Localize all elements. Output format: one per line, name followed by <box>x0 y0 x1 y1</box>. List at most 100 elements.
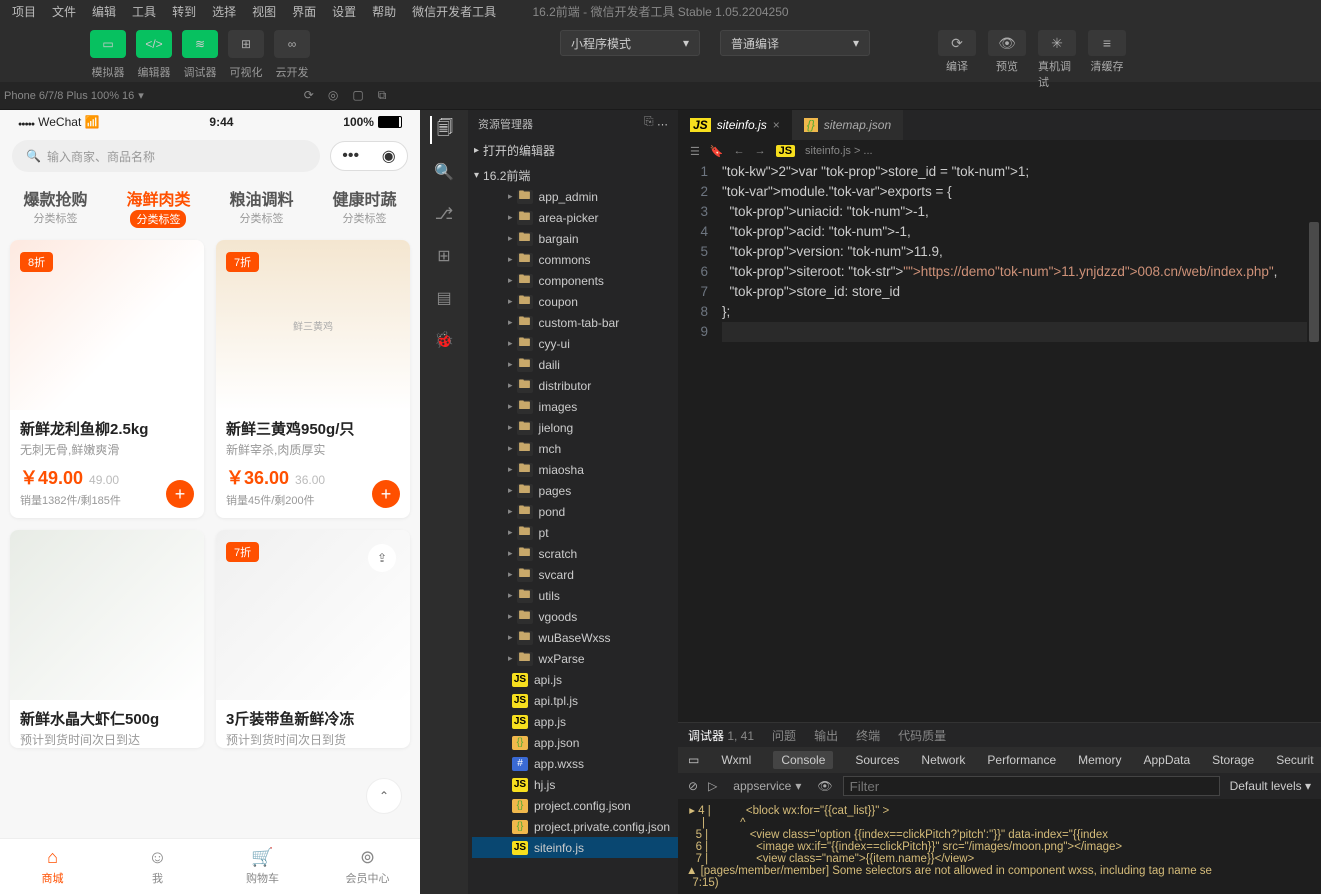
context-select[interactable]: appservice ▾ <box>727 777 807 795</box>
tree-node[interactable]: mch <box>472 438 678 459</box>
menu-item[interactable]: 设置 <box>324 5 364 19</box>
editor-tab[interactable]: {}sitemap.json <box>792 110 903 140</box>
tree-node[interactable]: miaosha <box>472 459 678 480</box>
toolbar-action[interactable]: ✳真机调试 <box>1038 30 1076 90</box>
toolbar-action[interactable]: ⟳编译 <box>938 30 976 90</box>
console-toggle-icon[interactable]: ⊘ <box>688 779 698 793</box>
tree-node[interactable]: svcard <box>472 564 678 585</box>
menu-item[interactable]: 视图 <box>244 5 284 19</box>
tree-node[interactable]: JSapi.js <box>472 669 678 690</box>
compile-select[interactable]: 普通编译▾ <box>720 30 870 56</box>
devtools-subtab[interactable]: Memory <box>1078 753 1121 767</box>
devtools-tab[interactable]: 代码质量 <box>898 727 946 744</box>
editor-toggle[interactable]: </> <box>136 30 172 58</box>
tree-node[interactable]: jielong <box>472 417 678 438</box>
tree-node[interactable]: JShj.js <box>472 774 678 795</box>
tabbar-item[interactable]: ⌂商城 <box>0 839 105 894</box>
devtools-subtab[interactable]: Console <box>773 751 833 769</box>
category-tab[interactable]: 爆款抢购分类标签 <box>23 186 87 228</box>
close-icon[interactable]: × <box>773 118 780 132</box>
eye-icon[interactable]: 👁 <box>817 779 832 793</box>
menu-item[interactable]: 文件 <box>44 5 84 19</box>
screenshot-icon[interactable]: ▢ <box>352 88 363 103</box>
tree-node[interactable]: {}app.json <box>472 732 678 753</box>
devtools-subtab[interactable]: Securit <box>1276 753 1313 767</box>
explorer-icon[interactable]: 🗐 <box>430 116 458 144</box>
record-icon[interactable]: ◎ <box>328 88 338 103</box>
devtools-subtab[interactable]: Wxml <box>721 753 751 767</box>
back-icon[interactable]: ← <box>734 145 745 158</box>
capsule-button[interactable]: •••◉ <box>330 141 408 171</box>
category-tab[interactable]: 健康时蔬分类标签 <box>332 186 396 228</box>
product-card[interactable]: 8折 新鲜龙利鱼柳2.5kg 无刺无骨,鲜嫩爽滑 ￥49.0049.00销量13… <box>10 240 204 518</box>
tree-node[interactable]: area-picker <box>472 207 678 228</box>
new-file-icon[interactable]: ⎘ <box>644 114 654 129</box>
devtools-subtab[interactable]: Storage <box>1212 753 1254 767</box>
tree-node[interactable]: pages <box>472 480 678 501</box>
menu-item[interactable]: 工具 <box>124 5 164 19</box>
simulator-toggle[interactable]: ▭ <box>90 30 126 58</box>
tree-node[interactable]: pond <box>472 501 678 522</box>
more-icon[interactable]: ⋯ <box>657 118 668 131</box>
visual-toggle[interactable]: ⊞ <box>228 30 264 58</box>
mode-select[interactable]: 小程序模式▾ <box>560 30 700 56</box>
toolbar-action[interactable]: ≡清缓存 <box>1088 30 1126 90</box>
tree-node[interactable]: {}project.config.json <box>472 795 678 816</box>
tree-node[interactable]: components <box>472 270 678 291</box>
search-icon[interactable]: 🔍 <box>430 158 458 186</box>
tree-node[interactable]: daili <box>472 354 678 375</box>
tree-node[interactable]: custom-tab-bar <box>472 312 678 333</box>
tabbar-item[interactable]: 🛒购物车 <box>210 839 315 894</box>
scroll-top-button[interactable]: ⌃ <box>366 778 402 814</box>
devtools-subtab[interactable]: Sources <box>855 753 899 767</box>
tree-node[interactable]: #app.wxss <box>472 753 678 774</box>
product-card[interactable]: 7折 鲜三黄鸡 新鲜三黄鸡950g/只 新鲜宰杀,肉质厚实 ￥36.0036.0… <box>216 240 410 518</box>
cloud-dev-toggle[interactable]: ∞ <box>274 30 310 58</box>
add-to-cart-button[interactable]: + <box>166 480 194 508</box>
tree-node[interactable]: JSsiteinfo.js <box>472 837 678 858</box>
menu-item[interactable]: 项目 <box>4 5 44 19</box>
add-to-cart-button[interactable]: + <box>372 480 400 508</box>
tree-node[interactable]: JSapi.tpl.js <box>472 690 678 711</box>
git-icon[interactable]: ⎇ <box>430 200 458 228</box>
product-card[interactable]: 新鲜水晶大虾仁500g 预计到货时间次日到达 <box>10 530 204 748</box>
inspect-icon[interactable]: ▭ <box>688 753 699 767</box>
filter-input[interactable] <box>843 776 1220 796</box>
tabbar-item[interactable]: ☺我 <box>105 839 210 894</box>
debugger-toggle[interactable]: ≋ <box>182 30 218 58</box>
editor-tab[interactable]: JSsiteinfo.js× <box>678 110 792 140</box>
tree-node[interactable]: distributor <box>472 375 678 396</box>
tree-node[interactable]: app_admin <box>472 186 678 207</box>
tree-node[interactable]: utils <box>472 585 678 606</box>
breadcrumb-path[interactable]: siteinfo.js > ... <box>805 145 873 157</box>
opened-editors-section[interactable]: 打开的编辑器 <box>468 140 678 161</box>
tree-node[interactable]: wuBaseWxss <box>472 627 678 648</box>
menu-item[interactable]: 编辑 <box>84 5 124 19</box>
devtools-tab[interactable]: 输出 <box>814 727 838 744</box>
tree-node[interactable]: JSapp.js <box>472 711 678 732</box>
category-tab[interactable]: 粮油调料分类标签 <box>229 186 293 228</box>
device-info[interactable]: Phone 6/7/8 Plus 100% 16 ▾ <box>0 89 144 102</box>
toggle-sidebar-icon[interactable]: ☰ <box>690 145 700 158</box>
tree-node[interactable]: cyy-ui <box>472 333 678 354</box>
menu-item[interactable]: 界面 <box>284 5 324 19</box>
category-tab[interactable]: 海鲜肉类分类标签 <box>126 186 190 228</box>
share-icon[interactable]: ⇪ <box>368 544 396 572</box>
clear-console-icon[interactable]: ▷ <box>708 779 717 793</box>
menu-item[interactable]: 微信开发者工具 <box>404 5 504 19</box>
devtools-tab[interactable]: 调试器 1, 41 <box>688 727 754 744</box>
tree-node[interactable]: coupon <box>472 291 678 312</box>
devtools-subtab[interactable]: Network <box>921 753 965 767</box>
devtools-subtab[interactable]: Performance <box>987 753 1056 767</box>
bookmark-icon[interactable]: 🔖 <box>710 145 724 158</box>
tree-node[interactable]: vgoods <box>472 606 678 627</box>
menu-item[interactable]: 转到 <box>164 5 204 19</box>
tree-node[interactable]: commons <box>472 249 678 270</box>
project-root-section[interactable]: 16.2前端 <box>468 165 678 186</box>
devtools-subtab[interactable]: AppData <box>1143 753 1190 767</box>
levels-select[interactable]: Default levels ▾ <box>1230 779 1311 793</box>
menu-item[interactable]: 选择 <box>204 5 244 19</box>
editor-scrollbar[interactable] <box>1307 220 1321 722</box>
tree-node[interactable]: pt <box>472 522 678 543</box>
search-input[interactable]: 🔍 输入商家、商品名称 <box>12 140 320 172</box>
